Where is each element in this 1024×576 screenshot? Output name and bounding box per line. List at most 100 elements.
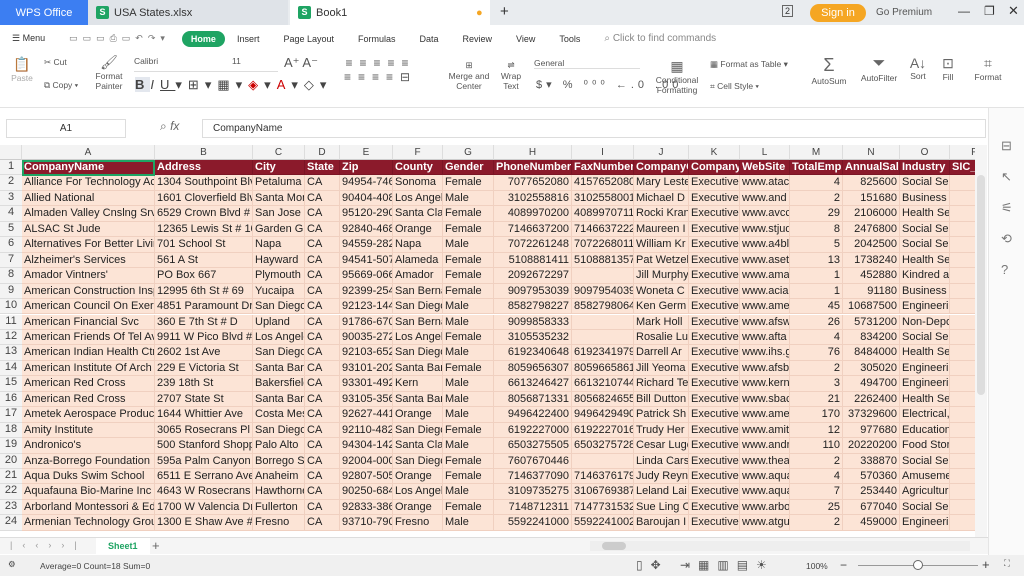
row-header-5[interactable]: 5: [0, 221, 22, 238]
table-cell[interactable]: Executive: [689, 515, 740, 531]
row-header-17[interactable]: 17: [0, 407, 22, 423]
table-cell[interactable]: Alternatives For Better Living: [22, 237, 155, 253]
table-cell[interactable]: 95120-2900: [340, 206, 393, 222]
table-cell[interactable]: Male: [443, 484, 494, 500]
table-cell[interactable]: 239 18th St: [155, 376, 253, 392]
table-cell[interactable]: Executive: [689, 376, 740, 392]
table-cell[interactable]: San Diego: [253, 422, 305, 439]
table-cell[interactable]: Jill Murphy: [634, 268, 689, 284]
zoom-out-button[interactable]: −: [840, 558, 847, 572]
table-cell[interactable]: Health Services: [900, 252, 950, 269]
table-cell[interactable]: [950, 484, 975, 500]
row-header-14[interactable]: 14: [0, 360, 22, 377]
table-cell[interactable]: 8582798227: [494, 299, 572, 315]
column-header-E[interactable]: E: [340, 145, 393, 160]
column-header-A[interactable]: A: [22, 145, 155, 160]
table-cell[interactable]: www.andr: [740, 438, 790, 454]
table-cell[interactable]: Executive: [689, 283, 740, 300]
table-cell[interactable]: 45: [790, 299, 843, 315]
table-cell[interactable]: 3106769387: [572, 484, 634, 500]
table-cell[interactable]: Patrick Sh: [634, 407, 689, 423]
row-header-7[interactable]: 7: [0, 252, 22, 269]
table-cell[interactable]: American Red Cross: [22, 376, 155, 392]
table-cell[interactable]: American Red Cross: [22, 391, 155, 408]
table-cell[interactable]: 6192227016: [572, 422, 634, 439]
go-premium-button[interactable]: Go Premium: [876, 7, 932, 18]
table-cell[interactable]: 4: [790, 469, 843, 485]
table-cell[interactable]: 570360: [843, 469, 900, 485]
table-cell[interactable]: Female: [443, 453, 494, 469]
table-cell[interactable]: 1700 W Valencia Dr: [155, 499, 253, 516]
table-cell[interactable]: Executive: [689, 438, 740, 454]
table-cell[interactable]: [950, 499, 975, 516]
column-header-D[interactable]: D: [305, 145, 340, 160]
table-cell[interactable]: Electrical,: [900, 407, 950, 423]
table-cell[interactable]: San Diego: [253, 299, 305, 315]
table-cell[interactable]: 93101-2021: [340, 360, 393, 377]
table-cell[interactable]: Yucaipa: [253, 283, 305, 300]
table-cell[interactable]: 3102558001: [572, 190, 634, 207]
table-cell[interactable]: CA: [305, 515, 340, 531]
sidebar-tool-icons[interactable]: ⊟ ↖ ⚟ ⟲?: [989, 108, 1024, 285]
table-cell[interactable]: Arborland Montessori & Ed: [22, 499, 155, 516]
table-cell[interactable]: Amusement: [900, 469, 950, 485]
table-cell[interactable]: San Bernardino: [393, 283, 443, 300]
table-cell[interactable]: 9496422400: [494, 407, 572, 423]
table-cell[interactable]: 3109735275: [494, 484, 572, 500]
table-cell[interactable]: Social Services: [900, 175, 950, 191]
sign-in-button[interactable]: Sign in: [810, 4, 866, 22]
table-cell[interactable]: www.atac: [740, 175, 790, 191]
header-cell[interactable]: Zip: [340, 160, 393, 176]
table-cell[interactable]: Bill Dutton: [634, 391, 689, 408]
row-header-8[interactable]: 8: [0, 268, 22, 284]
table-cell[interactable]: American Council On Exercise: [22, 299, 155, 315]
table-cell[interactable]: 229 E Victoria St: [155, 360, 253, 377]
table-cell[interactable]: [950, 175, 975, 191]
merge-center-button[interactable]: ⊞ Merge and Center: [448, 60, 490, 91]
restore-icon[interactable]: ❐: [984, 4, 995, 18]
table-cell[interactable]: www.ama: [740, 268, 790, 284]
zoom-in-button[interactable]: +: [982, 557, 990, 572]
autofilter-button[interactable]: ⏷ AutoFilter: [856, 55, 902, 83]
table-cell[interactable]: San Diego: [393, 453, 443, 469]
horizontal-scrollbar[interactable]: [590, 541, 970, 551]
table-cell[interactable]: Executive: [689, 345, 740, 361]
table-cell[interactable]: Female: [443, 252, 494, 269]
table-cell[interactable]: CA: [305, 175, 340, 191]
table-cell[interactable]: Female: [443, 221, 494, 238]
column-header-L[interactable]: L: [740, 145, 790, 160]
header-cell[interactable]: Gender: [443, 160, 494, 176]
table-cell[interactable]: Female: [443, 499, 494, 516]
table-cell[interactable]: 5731200: [843, 314, 900, 330]
table-cell[interactable]: 92807-5055: [340, 469, 393, 485]
table-cell[interactable]: Almaden Valley Cnslng Srv: [22, 206, 155, 222]
table-cell[interactable]: Male: [443, 407, 494, 423]
table-cell[interactable]: Executive: [689, 391, 740, 408]
close-icon[interactable]: ✕: [1008, 3, 1019, 19]
table-cell[interactable]: [950, 206, 975, 222]
tab-home[interactable]: Home: [181, 30, 225, 47]
table-cell[interactable]: Education: [900, 422, 950, 439]
format-painter-button[interactable]: 🖌 Format Painter: [92, 54, 126, 91]
table-cell[interactable]: 92399-2544: [340, 283, 393, 300]
table-cell[interactable]: 7146637200: [494, 221, 572, 238]
table-cell[interactable]: CA: [305, 206, 340, 222]
formula-input[interactable]: CompanyName: [202, 119, 986, 138]
table-cell[interactable]: 9496429490: [572, 407, 634, 423]
scroll-thumb[interactable]: [977, 175, 985, 395]
tab-formulas[interactable]: Formulas: [346, 34, 408, 44]
row-header-10[interactable]: 10: [0, 299, 22, 315]
table-cell[interactable]: 3102558816: [494, 190, 572, 207]
table-cell[interactable]: 6192227000: [494, 422, 572, 439]
table-cell[interactable]: Male: [443, 314, 494, 330]
row-header-9[interactable]: 9: [0, 283, 22, 300]
table-cell[interactable]: Female: [443, 360, 494, 377]
window-count-badge[interactable]: 2: [782, 5, 794, 17]
column-header-J[interactable]: J: [634, 145, 689, 160]
table-cell[interactable]: 6511 E Serrano Ave: [155, 469, 253, 485]
table-cell[interactable]: Health Services: [900, 345, 950, 361]
table-cell[interactable]: Plymouth: [253, 268, 305, 284]
table-cell[interactable]: [950, 221, 975, 238]
table-cell[interactable]: Male: [443, 299, 494, 315]
table-cell[interactable]: 8056824655: [572, 391, 634, 408]
